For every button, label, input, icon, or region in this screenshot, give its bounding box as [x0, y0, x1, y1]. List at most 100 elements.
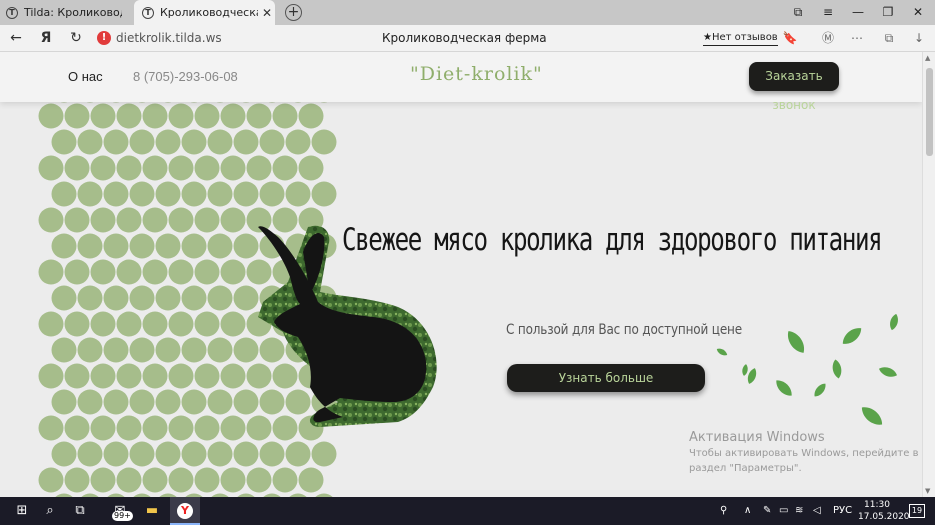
more-icon[interactable]: ⋯ [847, 25, 867, 52]
tab-krolik[interactable]: T Кролиководческая фер ✕ [134, 0, 275, 25]
pattern-dot [116, 103, 142, 129]
show-hidden-icons-icon[interactable]: ∧ [744, 497, 751, 525]
pattern-dot [129, 129, 155, 155]
pattern-dot [194, 363, 220, 389]
pattern-dot [181, 233, 207, 259]
windows-start-icon[interactable]: ⊞ [8, 497, 36, 525]
tab-tilda[interactable]: T Tilda: Кролиководческая [0, 0, 134, 25]
close-window-icon[interactable]: ✕ [903, 0, 933, 25]
pattern-dot [181, 181, 207, 207]
call-request-button[interactable]: Заказать звонок [749, 62, 839, 112]
yandex-browser-taskbar-icon[interactable]: Y [170, 497, 200, 525]
mail-taskbar-icon[interactable]: ✉ 99+ [104, 497, 136, 525]
pattern-dot [142, 103, 168, 129]
pattern-dot [168, 415, 194, 441]
download-icon[interactable]: ↓ [909, 25, 929, 52]
back-icon[interactable]: ← [4, 25, 28, 52]
pattern-dot [103, 233, 129, 259]
leaf [861, 407, 883, 425]
pattern-dot [129, 441, 155, 467]
pattern-dot [220, 155, 246, 181]
pattern-dot [155, 181, 181, 207]
scroll-down-icon[interactable]: ▼ [925, 487, 930, 495]
windows-taskbar: ⊞ ⌕ ⧉ ✉ 99+ ▬ Y ⚲ ∧ ✎ ▭ ≋ ◁ РУС 11:30 17… [0, 497, 935, 525]
learn-more-button[interactable]: Узнать больше [507, 364, 705, 392]
tab-label: Tilda: Кролиководческая [24, 6, 122, 19]
new-tab-icon[interactable]: + [285, 4, 302, 21]
pattern-dot [77, 441, 103, 467]
pattern-dot [272, 467, 298, 493]
pattern-dot [116, 415, 142, 441]
clock-date: 17.05.2020 [858, 512, 910, 522]
pattern-dot [38, 207, 64, 233]
address-bar: ← Я ↻ ! dietkrolik.tilda.ws Кролиководче… [0, 25, 935, 52]
scrollbar-thumb[interactable] [926, 68, 933, 156]
pattern-dot [51, 389, 77, 415]
protect-icon[interactable]: Ⓜ [818, 25, 838, 52]
pattern-dot [220, 363, 246, 389]
task-view-icon[interactable]: ⧉ [68, 497, 92, 525]
pattern-dot [220, 207, 246, 233]
clock[interactable]: 11:30 17.05.2020 [858, 499, 910, 523]
people-icon[interactable]: ⚲ [720, 497, 727, 525]
pattern-dot [64, 467, 90, 493]
pattern-dot [259, 129, 285, 155]
pattern-dot [207, 337, 233, 363]
page-viewport: О нас 8 (705)-293-06-08 "Diet-krolik" За… [0, 52, 922, 497]
clock-time: 11:30 [864, 500, 890, 510]
windows-activation-watermark: Активация Windows Чтобы активировать Win… [689, 430, 918, 475]
page-scrollbar[interactable]: ▲ ▼ [922, 52, 935, 497]
pattern-dot [142, 207, 168, 233]
pattern-dot [90, 155, 116, 181]
security-warning-icon[interactable]: ! [97, 31, 111, 45]
pattern-dot [90, 467, 116, 493]
pattern-dot [103, 389, 129, 415]
language-indicator[interactable]: РУС [833, 497, 852, 525]
pattern-dot [142, 467, 168, 493]
pattern-dot [207, 129, 233, 155]
pen-icon[interactable]: ✎ [763, 497, 771, 525]
notifications-icon[interactable]: 19 [905, 497, 929, 525]
pattern-dot [116, 363, 142, 389]
search-icon[interactable]: ⌕ [38, 497, 62, 525]
pattern-dot [51, 337, 77, 363]
close-tab-icon[interactable]: ✕ [262, 6, 272, 20]
network-icon[interactable]: ▭ [779, 497, 788, 525]
scroll-up-icon[interactable]: ▲ [925, 54, 930, 62]
yandex-icon[interactable]: Я [34, 25, 58, 52]
pattern-dot [38, 415, 64, 441]
nav-about-link[interactable]: О нас [68, 69, 103, 84]
pattern-dot [194, 415, 220, 441]
pattern-dot [285, 129, 311, 155]
pattern-dot [51, 285, 77, 311]
site-logo[interactable]: "Diet-krolik" [410, 63, 543, 85]
minimize-icon[interactable]: — [843, 0, 873, 25]
wifi-icon[interactable]: ≋ [795, 497, 803, 525]
leaf [878, 367, 898, 377]
pattern-dot [77, 233, 103, 259]
collections-icon[interactable]: ⧉ [783, 0, 813, 25]
pattern-dot [285, 441, 311, 467]
pattern-dot [90, 103, 116, 129]
leaf [776, 380, 792, 396]
sidebar-icon[interactable]: ⧉ [879, 25, 899, 52]
leaf [890, 314, 898, 331]
menu-icon[interactable]: ≡ [813, 0, 843, 25]
pattern-dot [116, 311, 142, 337]
pattern-dot [194, 467, 220, 493]
pattern-dot [38, 363, 64, 389]
bookmark-icon[interactable]: 🔖 [780, 25, 800, 52]
pattern-dot [116, 155, 142, 181]
pattern-dot [64, 259, 90, 285]
mail-badge: 99+ [112, 511, 133, 521]
file-explorer-icon[interactable]: ▬ [140, 497, 164, 525]
pattern-dot [155, 233, 181, 259]
reload-icon[interactable]: ↻ [64, 25, 88, 52]
volume-icon[interactable]: ◁ [813, 497, 821, 525]
phone-link[interactable]: 8 (705)-293-06-08 [133, 69, 238, 84]
url-field[interactable]: dietkrolik.tilda.ws [116, 25, 222, 52]
pattern-dot [51, 181, 77, 207]
maximize-icon[interactable]: ❐ [873, 0, 903, 25]
reviews-link[interactable]: ★Нет отзывов [703, 31, 778, 46]
pattern-dot [168, 103, 194, 129]
